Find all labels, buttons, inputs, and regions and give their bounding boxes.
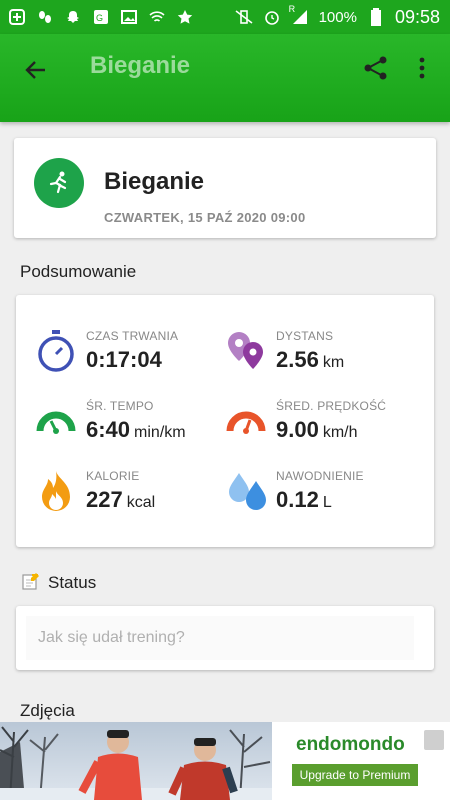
ad-banner[interactable]: endomondo Upgrade to Premium: [0, 722, 450, 800]
back-arrow-icon: [25, 61, 45, 79]
back-button[interactable]: [20, 54, 52, 86]
ad-cta-panel[interactable]: endomondo Upgrade to Premium: [272, 722, 450, 800]
stat-pace: ŚR. TEMPO 6:40 min/km: [36, 397, 226, 457]
stat-number: 9.00: [276, 417, 319, 442]
stat-value: 9.00 km/h: [276, 417, 358, 443]
snapchat-icon: [64, 8, 82, 26]
alarm-icon: [263, 8, 281, 26]
stat-unit: min/km: [134, 424, 186, 441]
ad-image[interactable]: [0, 722, 272, 800]
workout-header-card: Bieganie CZWARTEK, 15 PAŹ 2020 09:00: [14, 138, 436, 238]
vibrate-muted-icon: [235, 8, 253, 26]
stat-number: 227: [86, 487, 123, 512]
pace-gauge-icon: [36, 397, 76, 445]
add-notification-icon: [8, 8, 26, 26]
google-plus-icon: G: [92, 8, 110, 26]
stat-unit: L: [322, 494, 332, 511]
flame-icon: [36, 467, 76, 515]
battery-icon: [367, 8, 385, 26]
stat-speed: ŚRED. PRĘDKOŚĆ 9.00 km/h: [226, 397, 416, 457]
ad-info-icon[interactable]: [424, 730, 444, 750]
stat-number: 2.56: [276, 347, 319, 372]
app-bar: Bieganie: [0, 34, 450, 122]
clock: 09:58: [394, 6, 440, 27]
stat-unit: kcal: [126, 494, 156, 511]
more-vert-icon: [419, 57, 425, 79]
summary-heading: Podsumowanie: [20, 262, 137, 281]
stat-label: ŚRED. PRĘDKOŚĆ: [276, 399, 387, 413]
image-icon: [120, 8, 138, 26]
sport-avatar: [34, 158, 84, 208]
status-card: [16, 606, 434, 670]
star-icon: [176, 8, 194, 26]
status-bar: G R 100% 09:58: [0, 0, 450, 34]
stopwatch-icon: [36, 327, 76, 375]
stat-label: ŚR. TEMPO: [86, 399, 154, 413]
stat-duration: CZAS TRWANIA 0:17:04: [36, 327, 226, 387]
summary-card: CZAS TRWANIA 0:17:04 DYSTANS 2.56 km ŚR. …: [16, 295, 434, 547]
stat-calories: KALORIE 227 kcal: [36, 467, 226, 527]
signal-icon: R: [289, 4, 309, 26]
stat-number: 0:17:04: [86, 347, 162, 372]
share-icon: [364, 56, 387, 80]
app-bar-title: Bieganie: [90, 52, 191, 79]
stat-value: 2.56 km: [276, 347, 344, 373]
status-heading: Status: [48, 573, 97, 592]
status-input[interactable]: [26, 616, 414, 660]
stat-unit: km/h: [322, 424, 358, 441]
stat-number: 0.12: [276, 487, 319, 512]
footsteps-icon: [36, 8, 54, 26]
stat-value: 6:40 min/km: [86, 417, 186, 443]
stat-value: 0.12 L: [276, 487, 332, 513]
signal-roaming-label: R: [288, 4, 296, 14]
svg-text:G: G: [96, 13, 103, 23]
stat-label: KALORIE: [86, 469, 140, 483]
stat-label: CZAS TRWANIA: [86, 329, 179, 343]
stat-label: DYSTANS: [276, 329, 334, 343]
stat-unit: km: [322, 354, 345, 371]
wifi-icon: [148, 8, 166, 26]
battery-percent: 100%: [318, 8, 357, 26]
workout-date: CZWARTEK, 15 PAŹ 2020 09:00: [104, 210, 306, 225]
stat-label: NAWODNIENIE: [276, 469, 364, 483]
more-options-button[interactable]: [410, 52, 434, 84]
stat-hydration: NAWODNIENIE 0.12 L: [226, 467, 416, 527]
stat-distance: DYSTANS 2.56 km: [226, 327, 416, 387]
stat-value: 227 kcal: [86, 487, 155, 513]
share-button[interactable]: [360, 52, 392, 84]
stat-value: 0:17:04: [86, 347, 162, 373]
note-edit-icon: [22, 572, 40, 590]
workout-title: Bieganie: [104, 168, 205, 195]
water-drops-icon: [226, 467, 266, 515]
running-icon: [49, 171, 67, 194]
upgrade-premium-button[interactable]: Upgrade to Premium: [292, 764, 418, 786]
speed-gauge-icon: [226, 397, 266, 445]
endomondo-logo: endomondo: [296, 734, 405, 755]
map-pins-icon: [226, 327, 266, 375]
photos-heading: Zdjęcia: [20, 701, 75, 720]
stat-number: 6:40: [86, 417, 131, 442]
